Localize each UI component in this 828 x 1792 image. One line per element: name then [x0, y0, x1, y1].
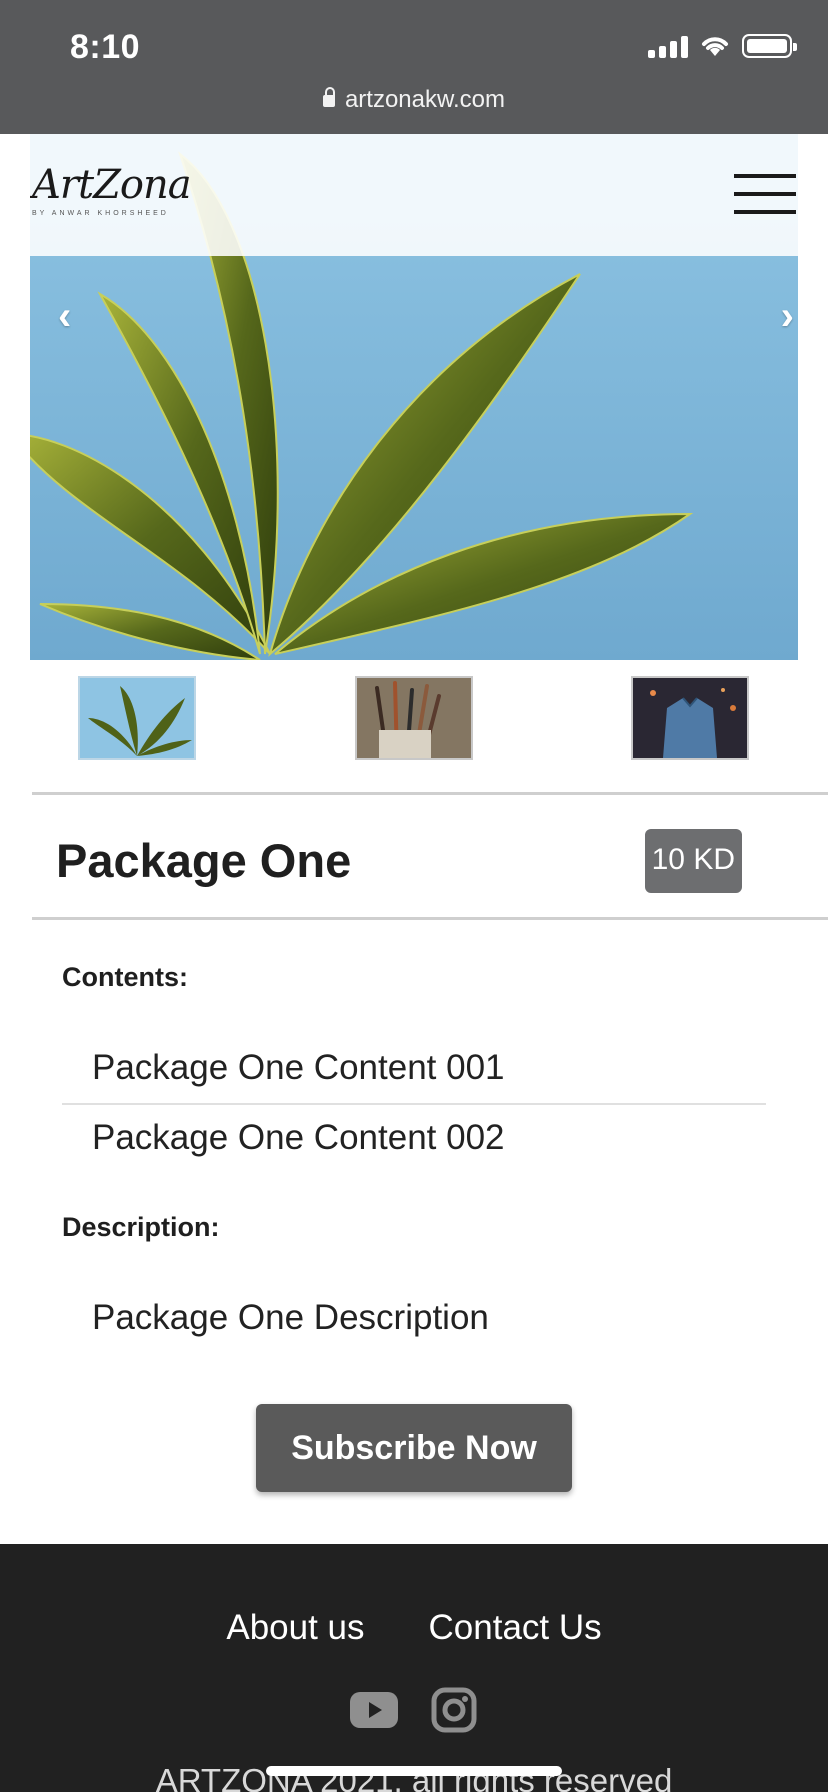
contact-us-link[interactable]: Contact Us [429, 1608, 602, 1648]
address-bar[interactable]: artzonakw.com [0, 86, 828, 114]
artzona-logo[interactable]: ArtZona BY ANWAR KHORSHEED [32, 162, 192, 217]
carousel-thumbnails [0, 676, 828, 762]
description-text: Package One Description [92, 1298, 489, 1337]
youtube-icon[interactable] [350, 1686, 398, 1734]
instagram-icon[interactable] [430, 1686, 478, 1734]
subscribe-now-button[interactable]: Subscribe Now [256, 1404, 572, 1492]
logo-subtitle: BY ANWAR KHORSHEED [32, 210, 169, 217]
denim-jacket-thumbnail[interactable] [631, 676, 749, 760]
status-time: 8:10 [70, 28, 141, 66]
contents-label: Contents: [62, 962, 188, 992]
content-divider [62, 1103, 766, 1105]
description-label: Description: [62, 1212, 220, 1242]
package-title: Package One [56, 834, 352, 887]
logo-text: ArtZona [32, 162, 192, 208]
browser-chrome: 8:10 artzonakw.com [0, 0, 828, 134]
wifi-icon [702, 37, 728, 56]
package-header: Package One 10 KD [32, 792, 828, 920]
paint-brushes-thumbnail[interactable] [355, 676, 473, 760]
site-footer: About us Contact Us ARTZONA 2021, all ri… [0, 1544, 828, 1792]
social-icons [0, 1686, 828, 1734]
battery-icon [742, 34, 797, 58]
plant-leaves-thumbnail[interactable] [78, 676, 196, 760]
content-item-1: Package One Content 001 [92, 1048, 505, 1087]
lock-icon [322, 87, 335, 107]
footer-links: About us Contact Us [0, 1608, 828, 1648]
system-icons [648, 34, 797, 58]
site-header: ArtZona BY ANWAR KHORSHEED [30, 134, 798, 256]
home-indicator[interactable] [266, 1766, 562, 1776]
cellular-signal-icon [648, 34, 688, 58]
url-text: artzonakw.com [344, 86, 506, 113]
hero-carousel: ArtZona BY ANWAR KHORSHEED ‹ › [30, 134, 798, 660]
content-item-2: Package One Content 002 [92, 1118, 505, 1157]
price-badge: 10 KD [644, 829, 742, 893]
hamburger-menu-icon[interactable] [734, 174, 796, 214]
carousel-next-arrow[interactable]: › [781, 294, 794, 339]
about-us-link[interactable]: About us [226, 1608, 364, 1648]
carousel-prev-arrow[interactable]: ‹ [58, 294, 71, 339]
